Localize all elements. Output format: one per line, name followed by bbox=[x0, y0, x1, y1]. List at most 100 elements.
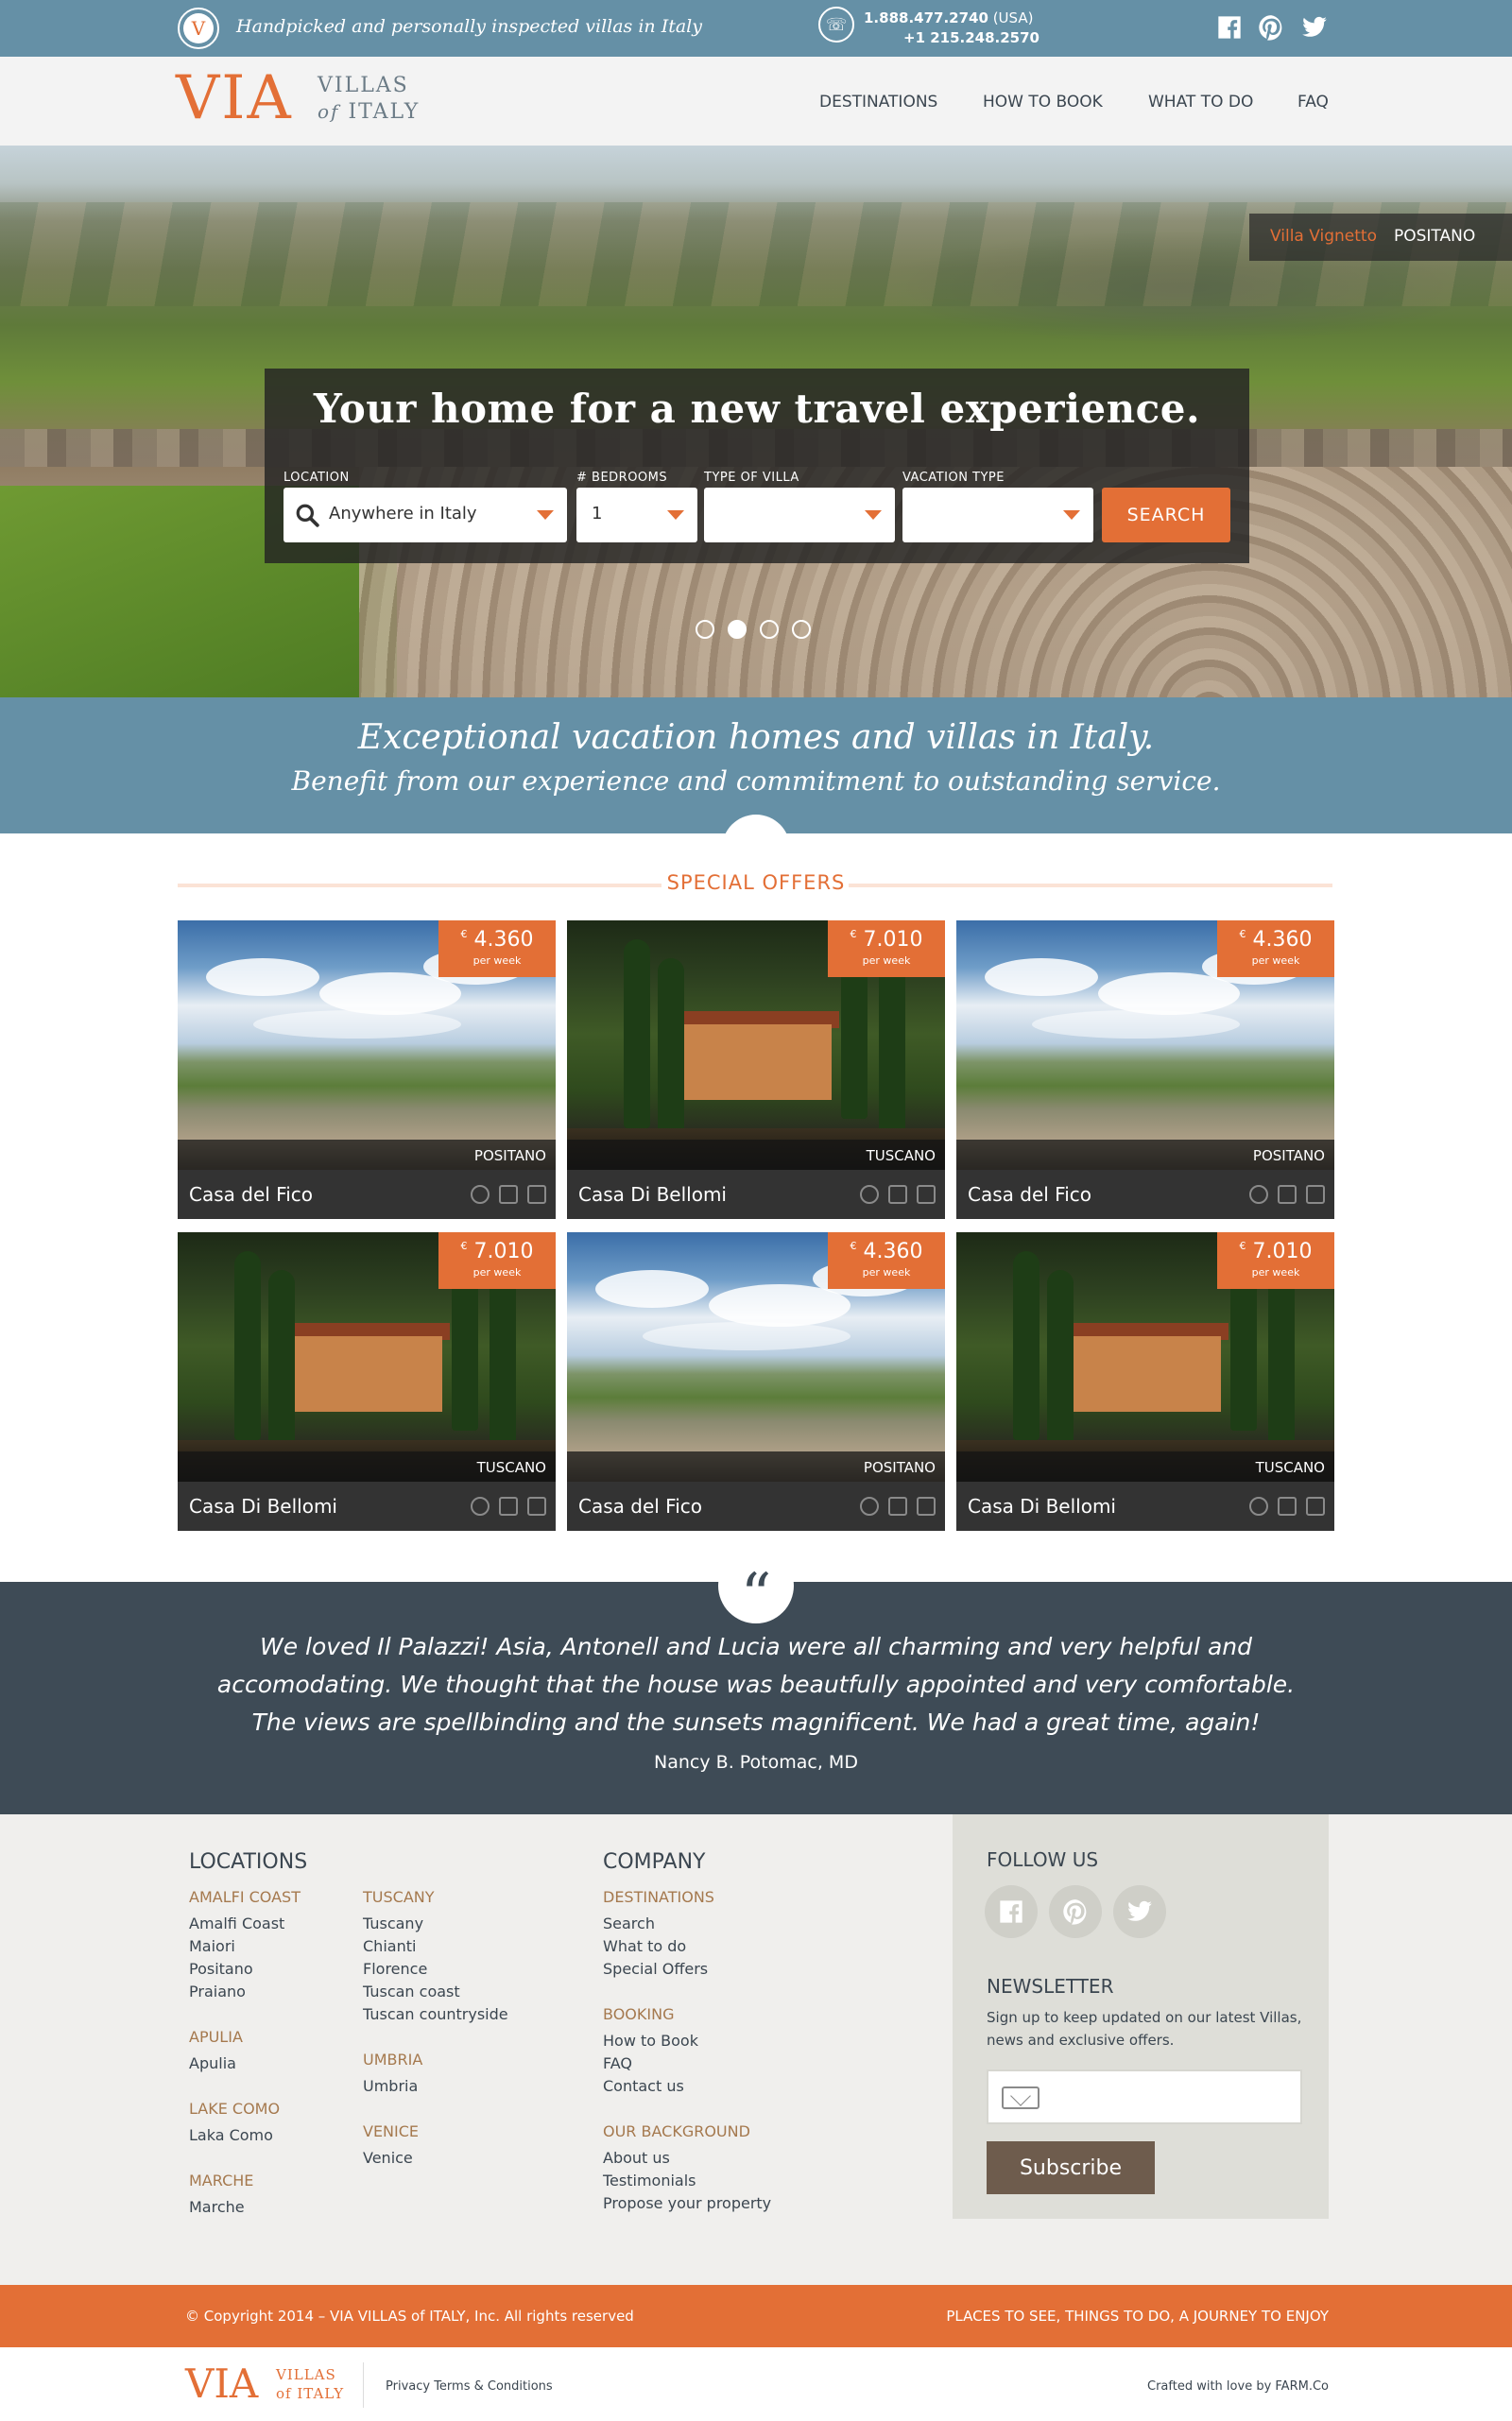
footer-link[interactable]: Maiori bbox=[189, 1937, 235, 1955]
footer-link[interactable]: Umbria bbox=[363, 2077, 418, 2095]
logo-villas: VILLAS bbox=[318, 74, 409, 97]
footer-pinterest-icon[interactable] bbox=[1049, 1885, 1102, 1938]
sun-icon bbox=[1249, 1185, 1268, 1204]
footer-link[interactable]: FAQ bbox=[603, 2054, 632, 2072]
slider-dot-1[interactable] bbox=[696, 620, 714, 639]
pinterest-icon[interactable] bbox=[1257, 13, 1285, 42]
privacy-terms-link[interactable]: Privacy Terms & Conditions bbox=[386, 2379, 553, 2394]
footer-link[interactable]: Testimonials bbox=[603, 2172, 696, 2189]
footer-twitter-icon[interactable] bbox=[1113, 1885, 1166, 1938]
footer: LOCATIONS COMPANY AMALFI COAST Amalfi Coa… bbox=[0, 1814, 1512, 2285]
vacation-type-select[interactable] bbox=[902, 488, 1093, 542]
subscribe-button[interactable]: Subscribe bbox=[987, 2141, 1155, 2194]
logo-italy: of ITALY bbox=[318, 100, 421, 124]
footer-link[interactable]: Praiano bbox=[189, 1983, 246, 2000]
offer-card[interactable]: € 7.010 per week TUSCANO Casa Di Bellomi bbox=[178, 1232, 556, 1531]
chevron-down-icon bbox=[537, 510, 554, 520]
offer-card[interactable]: € 4.360 per week POSITANO Casa del Fico bbox=[956, 920, 1334, 1219]
offer-card[interactable]: € 7.010 per week TUSCANO Casa Di Bellomi bbox=[956, 1232, 1334, 1531]
vacation-type-label: VACATION TYPE bbox=[902, 471, 1005, 485]
bedrooms-select[interactable]: 1 bbox=[576, 488, 697, 542]
offer-region: TUSCANO bbox=[1255, 1459, 1325, 1476]
featured-villa-tag[interactable]: Villa Vignetto POSITANO bbox=[1249, 214, 1512, 261]
villa-type-select[interactable] bbox=[704, 488, 895, 542]
footer-link[interactable]: Tuscan countryside bbox=[363, 2005, 508, 2023]
footer-link[interactable]: Marche bbox=[189, 2198, 245, 2216]
footer-group-title: LAKE COMO bbox=[189, 2100, 281, 2118]
testimonial-author: Nancy B. Potomac, MD bbox=[654, 1752, 858, 1773]
home-icon bbox=[1306, 1185, 1325, 1204]
footer-link[interactable]: How to Book bbox=[603, 2032, 698, 2050]
slider-dot-3[interactable] bbox=[760, 620, 779, 639]
twitter-icon[interactable] bbox=[1298, 13, 1331, 42]
footer-logo-via[interactable]: VIA bbox=[185, 2364, 258, 2404]
footer-link[interactable]: Venice bbox=[363, 2149, 413, 2167]
bus-icon bbox=[499, 1185, 518, 1204]
offer-region: POSITANO bbox=[863, 1459, 936, 1476]
footer-group-title: BOOKING bbox=[603, 2005, 675, 2023]
newsletter-email-field[interactable] bbox=[987, 2069, 1302, 2124]
slider-dot-4[interactable] bbox=[792, 620, 811, 639]
price-badge: € 7.010 per week bbox=[1217, 1232, 1334, 1289]
quote-icon: “ bbox=[718, 1548, 794, 1626]
footer-link[interactable]: Chianti bbox=[363, 1937, 416, 1955]
offer-card[interactable]: € 4.360 per week POSITANO Casa del Fico bbox=[178, 920, 556, 1219]
footer-link[interactable]: Tuscany bbox=[363, 1914, 423, 1932]
phone-usa[interactable]: 1.888.477.2740 (USA) bbox=[864, 9, 1033, 26]
footer-group-title: OUR BACKGROUND bbox=[603, 2122, 750, 2140]
footer-link[interactable]: Propose your property bbox=[603, 2194, 771, 2212]
offer-photo: € 4.360 per week POSITANO bbox=[567, 1232, 945, 1482]
footer-logo-italy: of ITALY bbox=[276, 2385, 345, 2402]
featured-villa-location: POSITANO bbox=[1393, 227, 1476, 246]
slider-dots bbox=[696, 620, 811, 639]
footer-link[interactable]: Positano bbox=[189, 1960, 253, 1978]
offer-name: Casa del Fico bbox=[968, 1183, 1092, 1206]
follow-panel: FOLLOW US NEWSLETTER Sign up to keep upd… bbox=[953, 1814, 1329, 2219]
offer-card[interactable]: € 4.360 per week POSITANO Casa del Fico bbox=[567, 1232, 945, 1531]
footer-link[interactable]: Search bbox=[603, 1914, 655, 1932]
offer-region: TUSCANO bbox=[866, 1147, 936, 1164]
nav-faq[interactable]: FAQ bbox=[1297, 93, 1329, 112]
nav-how-to-book[interactable]: HOW TO BOOK bbox=[983, 93, 1103, 112]
footer-divider bbox=[363, 2362, 364, 2408]
offer-photo: € 7.010 per week TUSCANO bbox=[956, 1232, 1334, 1482]
slider-dot-2[interactable] bbox=[728, 620, 747, 639]
offer-card[interactable]: € 7.010 per week TUSCANO Casa Di Bellomi bbox=[567, 920, 945, 1219]
sun-icon bbox=[471, 1185, 490, 1204]
bedrooms-label: # BEDROOMS bbox=[576, 471, 668, 485]
search-button[interactable]: SEARCH bbox=[1102, 488, 1230, 542]
footer-link[interactable]: Special Offers bbox=[603, 1960, 708, 1978]
footer-link[interactable]: Laka Como bbox=[189, 2126, 273, 2144]
offer-region: POSITANO bbox=[1252, 1147, 1325, 1164]
villa-type-label: TYPE OF VILLA bbox=[704, 471, 799, 485]
footer-group-title: MARCHE bbox=[189, 2172, 254, 2189]
newsletter-text-1: Sign up to keep updated on our latest Vi… bbox=[987, 2009, 1302, 2026]
footer-link[interactable]: Tuscan coast bbox=[363, 1983, 460, 2000]
offer-name: Casa Di Bellomi bbox=[578, 1183, 727, 1206]
footer-link[interactable]: Apulia bbox=[189, 2054, 236, 2072]
chevron-down-icon bbox=[865, 510, 882, 520]
location-select[interactable]: Anywhere in Italy bbox=[284, 488, 567, 542]
footer-facebook-icon[interactable] bbox=[985, 1885, 1038, 1938]
special-offers-title: SPECIAL OFFERS bbox=[666, 871, 846, 894]
facebook-icon[interactable] bbox=[1215, 13, 1244, 42]
footer-link[interactable]: Contact us bbox=[603, 2077, 684, 2095]
nav-destinations[interactable]: DESTINATIONS bbox=[819, 93, 937, 112]
sun-icon bbox=[1249, 1497, 1268, 1516]
nav-what-to-do[interactable]: WHAT TO DO bbox=[1148, 93, 1253, 112]
footer-link[interactable]: What to do bbox=[603, 1937, 686, 1955]
footer-logo-villas: VILLAS bbox=[276, 2366, 336, 2383]
footer-link[interactable]: Florence bbox=[363, 1960, 427, 1978]
offer-photo: € 7.010 per week TUSCANO bbox=[567, 920, 945, 1170]
footer-link[interactable]: Amalfi Coast bbox=[189, 1914, 284, 1932]
phone-intl[interactable]: +1 215.248.2570 bbox=[903, 29, 1040, 46]
bus-icon bbox=[499, 1497, 518, 1516]
credit-link[interactable]: Crafted with love by FARM.Co bbox=[1147, 2379, 1329, 2394]
price-badge: € 7.010 per week bbox=[828, 920, 945, 977]
intro-subline: Benefit from our experience and commitme… bbox=[291, 765, 1221, 797]
bus-icon bbox=[888, 1185, 907, 1204]
logo-via[interactable]: VIA bbox=[176, 68, 293, 129]
footer-link[interactable]: About us bbox=[603, 2149, 670, 2167]
search-icon bbox=[296, 504, 319, 527]
featured-villa-name: Villa Vignetto bbox=[1270, 227, 1377, 246]
